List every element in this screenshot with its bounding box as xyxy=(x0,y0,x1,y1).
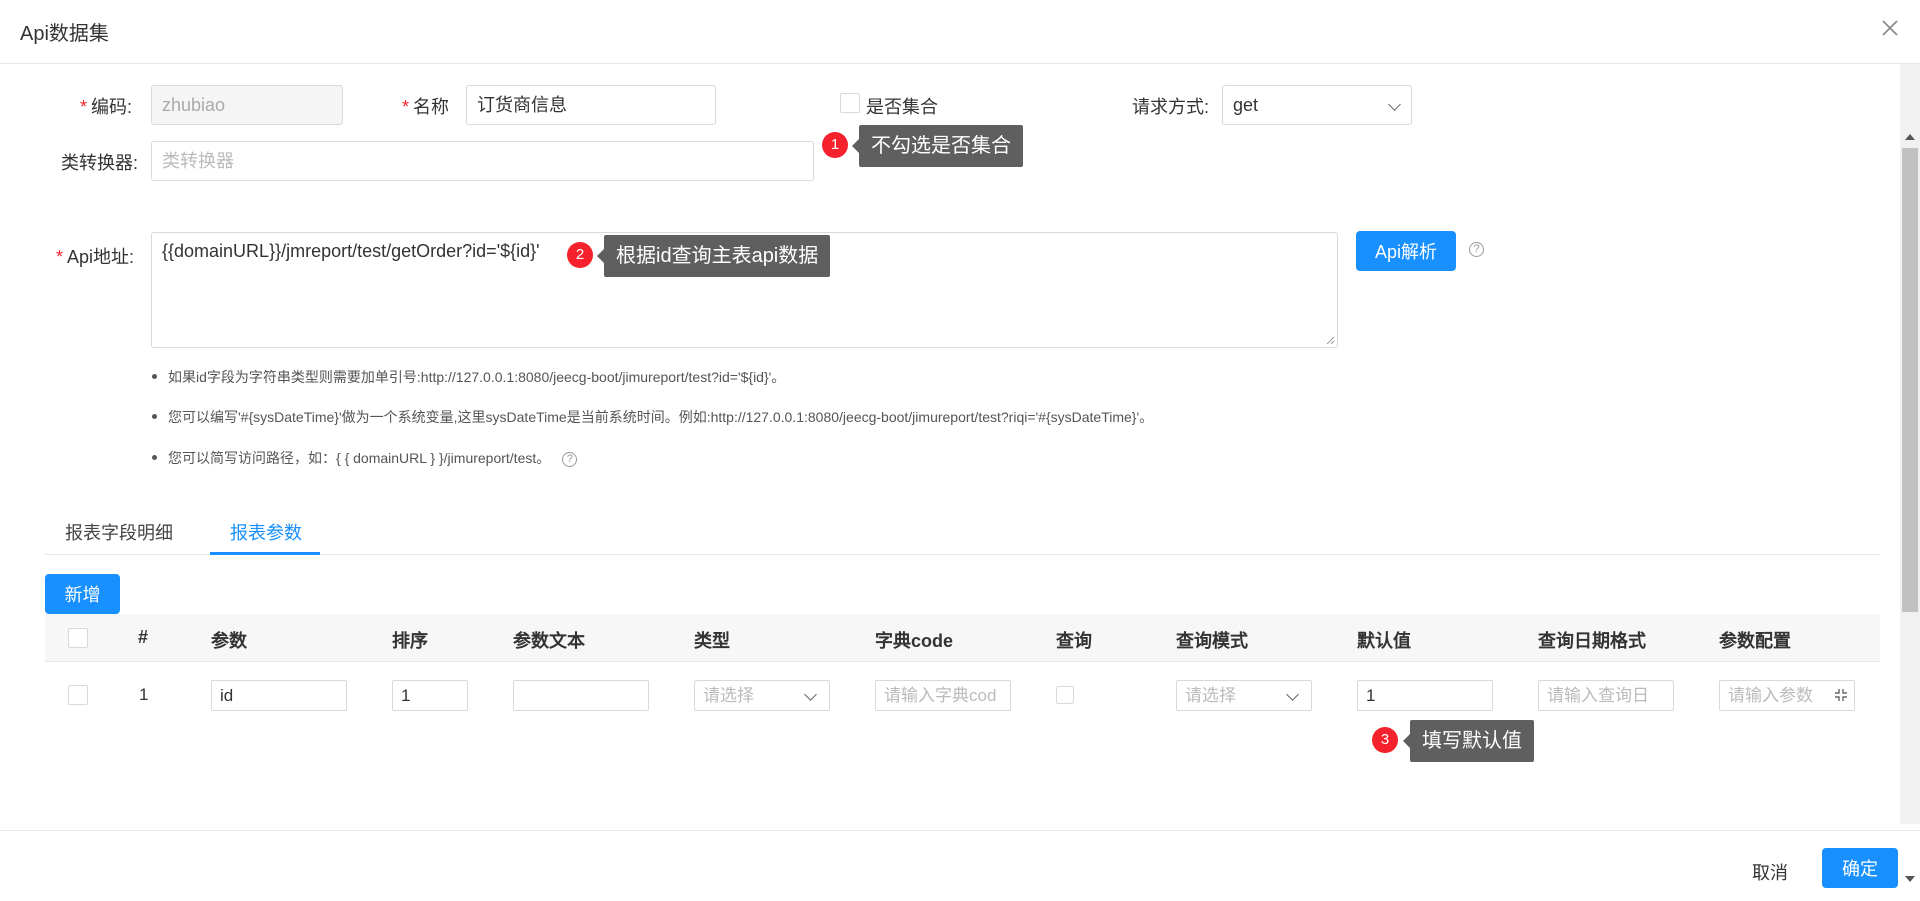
active-tab-indicator xyxy=(210,552,320,555)
confirm-button[interactable]: 确定 xyxy=(1822,848,1898,888)
converter-label: 类转换器: xyxy=(61,153,139,173)
default-value-input[interactable]: 1 xyxy=(1357,680,1493,711)
name-input[interactable]: 订货商信息 xyxy=(466,85,716,125)
query-mode-placeholder: 请选择 xyxy=(1185,686,1236,705)
api-parse-button[interactable]: Api解析 xyxy=(1356,231,1456,271)
type-placeholder: 请选择 xyxy=(703,686,754,705)
request-method-label: 请求方式: xyxy=(1132,97,1210,117)
tooltip-1: 不勾选是否集合 xyxy=(852,125,1023,167)
query-mode-select[interactable]: 请选择 xyxy=(1176,680,1312,711)
dialog-footer: 取消 确定 xyxy=(0,830,1920,901)
expand-icon[interactable] xyxy=(1834,688,1848,702)
dialog-header: Api数据集 xyxy=(0,0,1920,64)
col-query-mode: 查询模式 xyxy=(1176,631,1248,651)
api-url-value: {{domainURL}}/jmreport/test/getOrder?id=… xyxy=(162,241,540,261)
tab-field-details[interactable]: 报表字段明细 xyxy=(65,519,173,545)
converter-input[interactable]: 类转换器 xyxy=(151,141,814,181)
param-config-placeholder: 请输入参数 xyxy=(1728,686,1813,705)
col-param-config: 参数配置 xyxy=(1719,631,1791,651)
date-format-input[interactable]: 请输入查询日 xyxy=(1538,680,1674,711)
tab-report-params[interactable]: 报表参数 xyxy=(230,519,302,545)
query-checkbox[interactable] xyxy=(1056,686,1074,704)
request-method-select[interactable]: get xyxy=(1222,85,1412,125)
tooltip-3: 填写默认值 xyxy=(1403,720,1534,762)
table-header: # 参数 排序 参数文本 类型 字典code 查询 查询模式 默认值 查询日期格… xyxy=(45,614,1880,662)
col-index: # xyxy=(138,627,149,647)
code-label: * 编码: xyxy=(80,97,133,117)
col-query: 查询 xyxy=(1056,631,1092,651)
tooltip-3-number: 3 xyxy=(1372,727,1398,753)
col-param-text: 参数文本 xyxy=(513,631,585,651)
is-collection-label: 是否集合 xyxy=(866,97,938,117)
scrollbar[interactable] xyxy=(1900,64,1920,882)
scroll-thumb[interactable] xyxy=(1902,148,1918,612)
order-input[interactable]: 1 xyxy=(392,680,468,711)
col-date-format: 查询日期格式 xyxy=(1538,631,1646,651)
tooltip-2: 根据id查询主表api数据 xyxy=(596,235,831,277)
tab-bar: 报表字段明细 报表参数 xyxy=(45,507,1880,555)
note-item: 如果id字段为字符串类型则需要加单引号:http://127.0.0.1:808… xyxy=(150,367,785,387)
tooltip-2-number: 2 xyxy=(567,242,593,268)
select-all-checkbox[interactable] xyxy=(68,628,88,648)
table-row: 1 id 1 请选择 请输入字典cod 请选择 1 请输入查询日 请输入参数 xyxy=(45,662,1880,728)
col-order: 排序 xyxy=(392,631,428,651)
note-item: 您可以编写'#{sysDateTime}'做为一个系统变量,这里sysDateT… xyxy=(150,407,1153,427)
tooltip-1-number: 1 xyxy=(822,132,848,158)
note-item: 您可以简写访问路径，如：{ { domainURL } }/jimureport… xyxy=(150,448,578,468)
help-icon[interactable]: ? xyxy=(562,451,578,467)
request-method-value: get xyxy=(1233,95,1259,115)
cancel-button[interactable]: 取消 xyxy=(1752,859,1788,885)
col-param: 参数 xyxy=(211,631,247,651)
resize-grip-icon[interactable] xyxy=(1325,335,1335,345)
row-index: 1 xyxy=(139,685,149,704)
close-icon[interactable] xyxy=(1878,16,1902,40)
dict-code-input[interactable]: 请输入字典cod xyxy=(875,680,1011,711)
api-url-label: * Api地址: xyxy=(56,247,135,267)
param-text-input[interactable] xyxy=(513,680,649,711)
col-type: 类型 xyxy=(694,631,730,651)
chevron-down-icon xyxy=(1388,98,1401,111)
col-default-value: 默认值 xyxy=(1357,631,1411,651)
row-checkbox[interactable] xyxy=(68,685,88,705)
is-collection-checkbox[interactable] xyxy=(840,93,860,113)
dialog-title: Api数据集 xyxy=(20,23,109,45)
code-input[interactable]: zhubiao xyxy=(151,85,343,125)
name-label: * 名称 xyxy=(402,97,450,117)
col-dict-code: 字典code xyxy=(875,631,954,651)
param-input[interactable]: id xyxy=(211,680,347,711)
chevron-down-icon xyxy=(1286,688,1299,701)
help-icon[interactable]: ? xyxy=(1469,242,1484,257)
param-config-input[interactable]: 请输入参数 xyxy=(1719,680,1855,711)
add-button[interactable]: 新增 xyxy=(45,574,120,614)
type-select[interactable]: 请选择 xyxy=(694,680,830,711)
chevron-down-icon xyxy=(804,688,817,701)
scroll-up-arrow-icon[interactable] xyxy=(1905,134,1915,140)
